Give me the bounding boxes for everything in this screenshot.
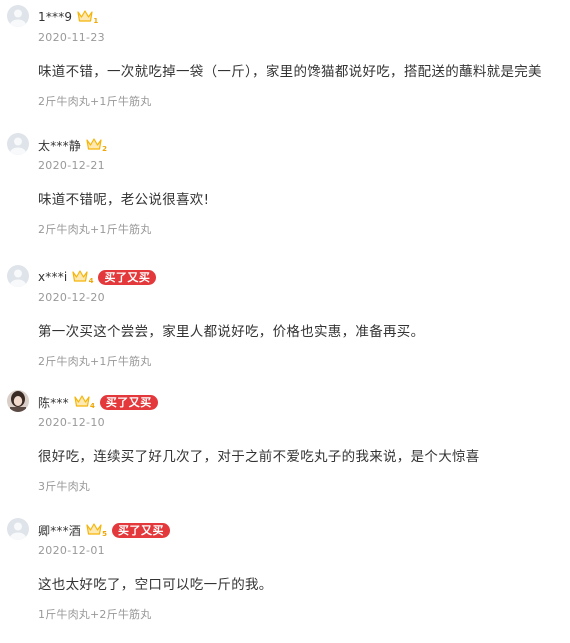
default-user-icon xyxy=(7,265,29,287)
crown-icon xyxy=(86,523,102,535)
default-avatar[interactable] xyxy=(7,265,29,287)
rebuy-badge: 买了又买 xyxy=(99,394,158,410)
default-avatar[interactable] xyxy=(7,518,29,540)
review-content: 第一次买这个尝尝，家里人都说好吃，价格也实惠，准备再买。 xyxy=(38,324,425,340)
username: 太***静 xyxy=(38,138,82,153)
user-line: 陈*** 4 买了又买 xyxy=(38,392,158,412)
review-date: 2020-11-23 xyxy=(38,31,105,44)
rebuy-badge: 买了又买 xyxy=(98,269,157,285)
review-date: 2020-12-20 xyxy=(38,291,105,304)
crown-icon xyxy=(74,395,90,407)
review-content: 这也太好吃了，空口可以吃一斤的我。 xyxy=(38,577,273,593)
product-spec: 2斤牛肉丸+1斤牛筋丸 xyxy=(38,95,152,108)
crown-icon xyxy=(86,138,102,150)
review-date: 2020-12-01 xyxy=(38,544,105,557)
review-content: 味道不错，一次就吃掉一袋（一斤），家里的馋猫都说好吃，搭配送的蘸料就是完美 xyxy=(38,64,542,80)
review-date: 2020-12-10 xyxy=(38,416,105,429)
product-spec: 2斤牛肉丸+1斤牛筋丸 xyxy=(38,223,152,236)
review-item: 卿***酒 5 买了又买 2020-12-01 这也太好吃了，空口可以吃一斤的我… xyxy=(0,513,570,643)
username: 陈*** xyxy=(38,395,69,410)
review-content: 味道不错呢，老公说很喜欢! xyxy=(38,192,210,208)
vip-level: 4 xyxy=(88,277,94,285)
crown-icon xyxy=(77,10,93,22)
vip-badge: 4 xyxy=(72,270,94,285)
username: x***i xyxy=(38,270,68,284)
vip-badge: 4 xyxy=(74,395,95,410)
product-spec: 3斤牛肉丸 xyxy=(38,480,90,493)
default-avatar[interactable] xyxy=(7,5,29,27)
user-line: 1***9 1 xyxy=(38,7,98,27)
vip-level: 4 xyxy=(89,402,95,410)
user-line: 太***静 2 xyxy=(38,135,107,155)
default-user-icon xyxy=(7,5,29,27)
photo-avatar[interactable] xyxy=(7,390,29,412)
review-item: x***i 4 买了又买 2020-12-20 第一次买这个尝尝，家里人都说好吃… xyxy=(0,260,570,390)
crown-icon xyxy=(72,270,89,282)
username: 卿***酒 xyxy=(38,523,82,538)
user-line: x***i 4 买了又买 xyxy=(38,267,157,287)
vip-badge: 5 xyxy=(86,523,108,538)
user-photo-icon xyxy=(7,390,29,412)
username: 1***9 xyxy=(38,10,73,24)
review-item: 太***静 2 2020-12-21 味道不错呢，老公说很喜欢! 2斤牛肉丸+1… xyxy=(0,128,570,258)
vip-level: 5 xyxy=(102,530,108,538)
user-line: 卿***酒 5 买了又买 xyxy=(38,520,171,540)
product-spec: 2斤牛肉丸+1斤牛筋丸 xyxy=(38,355,152,368)
product-spec: 1斤牛肉丸+2斤牛筋丸 xyxy=(38,608,152,621)
default-user-icon xyxy=(7,133,29,155)
review-date: 2020-12-21 xyxy=(38,159,105,172)
rebuy-badge: 买了又买 xyxy=(112,522,171,538)
review-item: 1***9 1 2020-11-23 味道不错，一次就吃掉一袋（一斤），家里的馋… xyxy=(0,0,570,130)
review-content: 很好吃，连续买了好几次了，对于之前不爱吃丸子的我来说，是个大惊喜 xyxy=(38,449,480,465)
vip-badge: 1 xyxy=(77,10,99,25)
default-avatar[interactable] xyxy=(7,133,29,155)
vip-level: 1 xyxy=(93,17,99,25)
vip-badge: 2 xyxy=(86,138,108,153)
vip-level: 2 xyxy=(102,145,108,153)
default-user-icon xyxy=(7,518,29,540)
review-item: 陈*** 4 买了又买 2020-12-10 很好吃，连续买了好几次了，对于之前… xyxy=(0,385,570,515)
